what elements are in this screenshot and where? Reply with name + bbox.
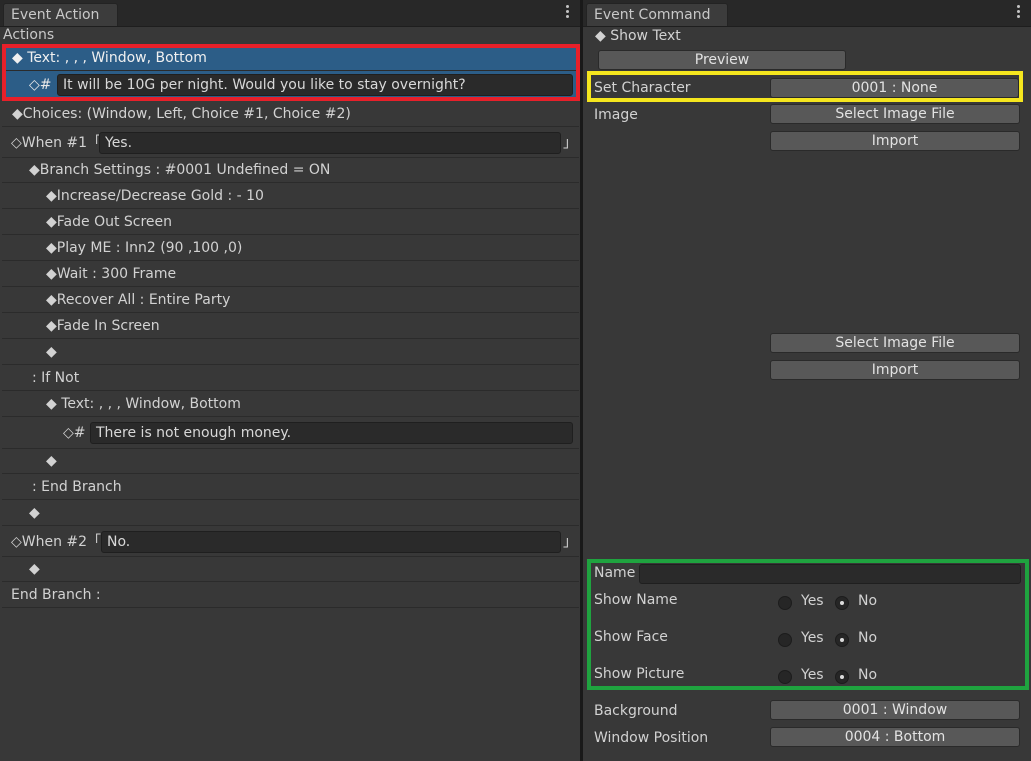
- show-face-no-label: No: [858, 630, 878, 646]
- action-row-when-2[interactable]: ◇When #2「 No. 」: [2, 527, 579, 557]
- show-picture-label: Show Picture: [594, 666, 685, 682]
- tab-event-action[interactable]: Event Action: [3, 3, 118, 26]
- image-label: Image: [594, 107, 638, 123]
- more-options-icon[interactable]: [566, 5, 570, 19]
- set-character-label: Set Character: [594, 80, 691, 96]
- show-picture-yes-radio[interactable]: [778, 670, 792, 684]
- event-command-tabbar: Event Command: [583, 0, 1031, 27]
- when-suffix: 」: [563, 135, 577, 151]
- name-label: Name: [594, 565, 636, 581]
- show-name-label: Show Name: [594, 592, 678, 608]
- when-suffix: 」: [563, 534, 577, 550]
- empty-action-marker: ◆: [29, 505, 40, 521]
- select-image-file-button-2[interactable]: Select Image File: [770, 333, 1020, 353]
- action-row-text[interactable]: ◆ Text: , , , Window, Bottom: [2, 46, 579, 71]
- action-text: ◆Play ME : Inn2 (90 ,100 ,0): [46, 240, 243, 256]
- empty-action-marker: ◆: [29, 561, 40, 577]
- action-text: ◆Fade Out Screen: [46, 214, 173, 230]
- action-row-text-2[interactable]: ◆ Text: , , , Window, Bottom: [2, 392, 579, 417]
- action-row-empty[interactable]: ◆: [2, 501, 579, 526]
- show-picture-no-label: No: [858, 667, 878, 683]
- message-field[interactable]: There is not enough money.: [90, 422, 573, 444]
- background-label: Background: [594, 703, 678, 719]
- show-face-yes-radio[interactable]: [778, 633, 792, 647]
- show-face-no-radio[interactable]: [835, 633, 849, 647]
- command-title: ◆ Show Text: [595, 28, 681, 44]
- event-action-panel: Event Action Actions ◆ Text: , , , Windo…: [0, 0, 580, 761]
- action-row-end-branch-inner[interactable]: : End Branch: [2, 475, 579, 500]
- background-dropdown[interactable]: 0001 : Window: [770, 700, 1020, 720]
- name-input[interactable]: [639, 564, 1021, 584]
- show-face-yes-label: Yes: [801, 630, 824, 646]
- import-button-2[interactable]: Import: [770, 360, 1020, 380]
- action-row-empty[interactable]: ◆: [2, 449, 579, 474]
- window-position-label: Window Position: [594, 730, 709, 746]
- show-name-yes-radio[interactable]: [778, 596, 792, 610]
- show-name-no-label: No: [858, 593, 878, 609]
- empty-action-marker: ◆: [46, 453, 57, 469]
- event-command-panel: Event Command ◆ Show Text Preview Set Ch…: [583, 0, 1031, 761]
- action-row-empty[interactable]: ◆: [2, 340, 579, 365]
- preview-button[interactable]: Preview: [598, 50, 846, 70]
- show-name-yes-label: Yes: [801, 593, 824, 609]
- action-row-text-message-2[interactable]: ◇# There is not enough money.: [2, 418, 579, 449]
- set-character-dropdown[interactable]: 0001 : None: [770, 78, 1019, 98]
- show-face-label: Show Face: [594, 629, 668, 645]
- action-row-branch[interactable]: ◆Branch Settings : #0001 Undefined = ON: [2, 158, 579, 183]
- action-row-text-message[interactable]: ◇# It will be 10G per night. Would you l…: [2, 71, 579, 100]
- message-field[interactable]: It will be 10G per night. Would you like…: [57, 74, 573, 96]
- actions-label: Actions: [3, 27, 55, 43]
- message-prefix: ◇#: [63, 425, 86, 441]
- action-text: : End Branch: [32, 479, 122, 495]
- action-row-when-1[interactable]: ◇When #1「 Yes. 」: [2, 128, 579, 158]
- action-row-wait[interactable]: ◆Wait : 300 Frame: [2, 262, 579, 287]
- import-button[interactable]: Import: [770, 131, 1020, 151]
- action-row-if-not[interactable]: : If Not: [2, 366, 579, 391]
- event-action-tabbar: Event Action: [0, 0, 580, 27]
- action-row-empty[interactable]: ◆: [2, 557, 579, 582]
- action-text: ◆Wait : 300 Frame: [46, 266, 177, 282]
- message-prefix: ◇#: [29, 77, 52, 93]
- empty-action-marker: ◆: [46, 344, 57, 360]
- choice-1-field[interactable]: Yes.: [99, 132, 561, 154]
- action-text: ◆Fade In Screen: [46, 318, 160, 334]
- select-image-file-button[interactable]: Select Image File: [770, 104, 1020, 124]
- action-text: ◆ Text: , , , Window, Bottom: [12, 50, 207, 66]
- action-row-end-branch[interactable]: End Branch :: [2, 583, 579, 608]
- action-text: ◆Choices: (Window, Left, Choice #1, Choi…: [12, 106, 351, 122]
- show-name-no-radio[interactable]: [835, 596, 849, 610]
- action-row-recover[interactable]: ◆Recover All : Entire Party: [2, 288, 579, 313]
- action-text: ◆ Text: , , , Window, Bottom: [46, 396, 241, 412]
- action-text: ◆Recover All : Entire Party: [46, 292, 231, 308]
- action-row-play-me[interactable]: ◆Play ME : Inn2 (90 ,100 ,0): [2, 236, 579, 261]
- action-row-gold[interactable]: ◆Increase/Decrease Gold : - 10: [2, 184, 579, 209]
- window-position-dropdown[interactable]: 0004 : Bottom: [770, 727, 1020, 747]
- more-options-icon[interactable]: [1017, 5, 1021, 19]
- show-picture-yes-label: Yes: [801, 667, 824, 683]
- choice-2-field[interactable]: No.: [101, 531, 561, 553]
- action-row-fade-in[interactable]: ◆Fade In Screen: [2, 314, 579, 339]
- action-text: : If Not: [32, 370, 80, 386]
- action-row-choices[interactable]: ◆Choices: (Window, Left, Choice #1, Choi…: [2, 102, 579, 127]
- action-text: ◆Increase/Decrease Gold : - 10: [46, 188, 264, 204]
- action-row-fade-out[interactable]: ◆Fade Out Screen: [2, 210, 579, 235]
- show-picture-no-radio[interactable]: [835, 670, 849, 684]
- when-prefix: ◇When #1「: [11, 135, 102, 151]
- action-text: ◆Branch Settings : #0001 Undefined = ON: [29, 162, 331, 178]
- action-text: End Branch :: [11, 587, 101, 603]
- when-prefix: ◇When #2「: [11, 534, 102, 550]
- tab-event-command[interactable]: Event Command: [586, 3, 728, 26]
